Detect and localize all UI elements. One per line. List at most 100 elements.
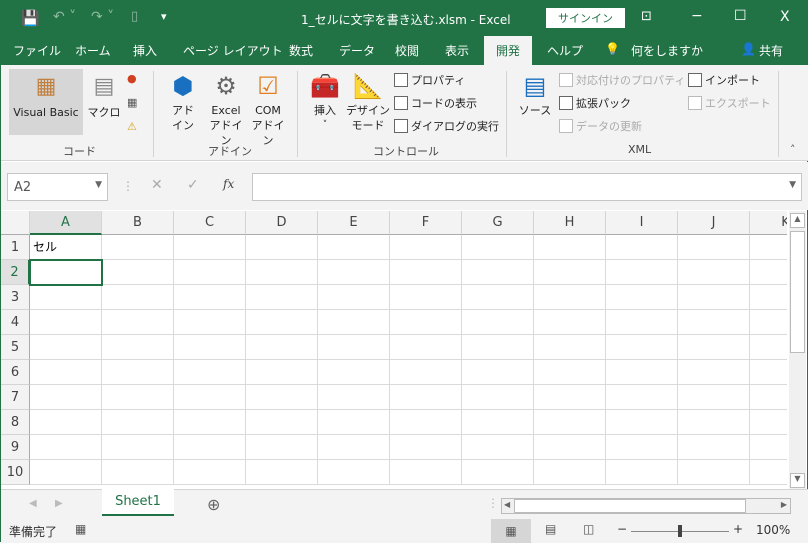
cell-G5[interactable] — [462, 335, 534, 360]
row-header-9[interactable]: 9 — [1, 435, 30, 460]
cell-H10[interactable] — [534, 460, 606, 485]
cell-I6[interactable] — [606, 360, 678, 385]
cell-I2[interactable] — [606, 260, 678, 285]
cell-K8[interactable] — [750, 410, 787, 435]
cell-A7[interactable] — [30, 385, 102, 410]
cell-E4[interactable] — [318, 310, 390, 335]
cell-K6[interactable] — [750, 360, 787, 385]
cell-I1[interactable] — [606, 235, 678, 260]
cell-J10[interactable] — [678, 460, 750, 485]
horizontal-scroll-thumb[interactable] — [514, 499, 746, 513]
cell-B10[interactable] — [102, 460, 174, 485]
cell-G10[interactable] — [462, 460, 534, 485]
prev-sheet-icon[interactable]: ◀ — [29, 498, 37, 509]
cell-K2[interactable] — [750, 260, 787, 285]
cell-J1[interactable] — [678, 235, 750, 260]
row-header-3[interactable]: 3 — [1, 285, 30, 310]
tab-help[interactable]: ヘルプ — [547, 42, 583, 59]
cell-B1[interactable] — [102, 235, 174, 260]
tab-developer[interactable]: 開発 — [484, 36, 533, 65]
cell-B9[interactable] — [102, 435, 174, 460]
scroll-right-icon[interactable]: ▶ — [781, 500, 787, 509]
page-layout-view-button[interactable]: ▤ — [545, 522, 556, 536]
export-button[interactable]: エクスポート — [688, 96, 771, 111]
cell-K1[interactable] — [750, 235, 787, 260]
tab-formulas[interactable]: 数式 — [289, 42, 313, 59]
zoom-out-button[interactable]: − — [617, 522, 627, 536]
cell-E5[interactable] — [318, 335, 390, 360]
cell-G4[interactable] — [462, 310, 534, 335]
cell-E9[interactable] — [318, 435, 390, 460]
column-header-D[interactable]: D — [246, 211, 318, 235]
expansion-packs-button[interactable]: 拡張パック — [559, 96, 631, 111]
cell-H8[interactable] — [534, 410, 606, 435]
cell-A8[interactable] — [30, 410, 102, 435]
customize-qat-icon[interactable]: ▾ — [161, 10, 167, 23]
expand-formula-icon[interactable]: ▼ — [789, 180, 796, 190]
cell-C4[interactable] — [174, 310, 246, 335]
cell-E8[interactable] — [318, 410, 390, 435]
row-header-7[interactable]: 7 — [1, 385, 30, 410]
maximize-button[interactable]: ☐ — [734, 8, 747, 24]
addins-button[interactable]: ⬢ アド イン — [165, 69, 201, 133]
run-dialog-button[interactable]: ダイアログの実行 — [394, 119, 499, 134]
refresh-data-button[interactable]: データの更新 — [559, 119, 642, 134]
cell-C3[interactable] — [174, 285, 246, 310]
cell-C5[interactable] — [174, 335, 246, 360]
tab-file[interactable]: ファイル — [13, 42, 61, 59]
cell-A2[interactable] — [29, 259, 103, 286]
chevron-down-icon[interactable]: ▼ — [95, 180, 102, 190]
cell-B8[interactable] — [102, 410, 174, 435]
column-header-A[interactable]: A — [30, 211, 102, 235]
scroll-thumb[interactable] — [790, 231, 805, 353]
tab-review[interactable]: 校閲 — [395, 42, 419, 59]
cell-B4[interactable] — [102, 310, 174, 335]
cell-A6[interactable] — [30, 360, 102, 385]
design-mode-button[interactable]: 📐 デザイン モード — [345, 69, 391, 133]
insert-control-button[interactable]: 🧰 挿入 ˅ — [307, 69, 343, 133]
formula-input[interactable]: ▼ — [252, 173, 802, 201]
cell-B3[interactable] — [102, 285, 174, 310]
row-header-2[interactable]: 2 — [1, 260, 30, 285]
scroll-left-icon[interactable]: ◀ — [504, 500, 510, 509]
column-header-J[interactable]: J — [678, 211, 750, 235]
cell-E3[interactable] — [318, 285, 390, 310]
signin-button[interactable]: サインイン — [546, 8, 625, 28]
cell-D4[interactable] — [246, 310, 318, 335]
cell-I10[interactable] — [606, 460, 678, 485]
undo-icon[interactable]: ↶ ˅ — [53, 9, 76, 25]
tab-page-layout[interactable]: ページ レイアウト — [183, 42, 283, 59]
cell-F9[interactable] — [390, 435, 462, 460]
cell-H6[interactable] — [534, 360, 606, 385]
tab-insert[interactable]: 挿入 — [133, 42, 157, 59]
row-header-4[interactable]: 4 — [1, 310, 30, 335]
insert-function-button[interactable]: fx — [223, 177, 234, 191]
cell-F4[interactable] — [390, 310, 462, 335]
sheet-tab-sheet1[interactable]: Sheet1 — [102, 489, 174, 516]
cell-H1[interactable] — [534, 235, 606, 260]
excel-addins-button[interactable]: ⚙ Excel アドイン — [205, 69, 247, 148]
cell-J9[interactable] — [678, 435, 750, 460]
visual-basic-button[interactable]: ▦ Visual Basic — [9, 69, 83, 135]
cell-G9[interactable] — [462, 435, 534, 460]
macro-button[interactable]: ▤ マクロ — [87, 69, 121, 120]
relative-reference-icon[interactable]: ▦ — [127, 95, 137, 110]
scroll-down-icon[interactable]: ▼ — [790, 473, 805, 488]
cell-F5[interactable] — [390, 335, 462, 360]
cell-K4[interactable] — [750, 310, 787, 335]
select-all-button[interactable] — [1, 211, 30, 235]
cell-F10[interactable] — [390, 460, 462, 485]
cell-F6[interactable] — [390, 360, 462, 385]
cell-D8[interactable] — [246, 410, 318, 435]
row-header-5[interactable]: 5 — [1, 335, 30, 360]
record-macro-icon[interactable]: ● — [127, 71, 137, 86]
cell-I9[interactable] — [606, 435, 678, 460]
cancel-button[interactable]: ✕ — [151, 177, 163, 193]
cell-G1[interactable] — [462, 235, 534, 260]
cell-G3[interactable] — [462, 285, 534, 310]
cell-I3[interactable] — [606, 285, 678, 310]
view-code-button[interactable]: コードの表示 — [394, 96, 477, 111]
cell-A5[interactable] — [30, 335, 102, 360]
macro-record-icon[interactable]: ▦ — [75, 522, 86, 536]
touch-mode-icon[interactable]: ▯ — [131, 9, 138, 24]
